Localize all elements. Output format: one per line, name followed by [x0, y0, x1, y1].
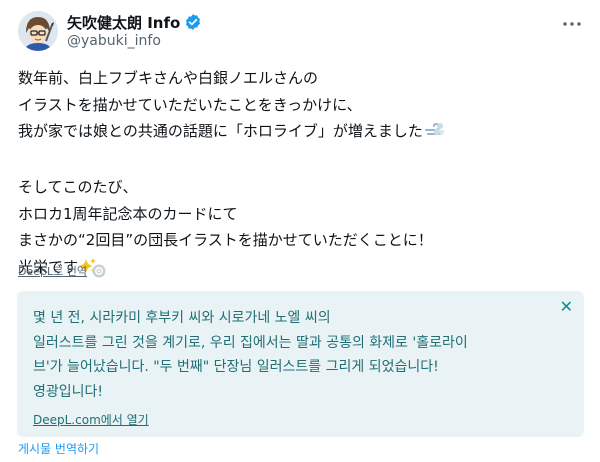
tweet-line: 我が家では娘との共通の話題に「ホロライブ」が増えました [18, 118, 578, 148]
tweet-line: そしてこのたび、 [18, 178, 138, 196]
display-name[interactable]: 矢吹健太朗 Info [67, 12, 180, 33]
translation-line: 일러스트를 그린 것을 계기로, 우리 집에서는 딸과 공통의 화제로 '홀로라… [33, 334, 468, 351]
tweet-line: まさかの“2回目”の団長イラストを描かせていただくことに！ [18, 231, 433, 249]
close-icon[interactable]: ✕ [560, 297, 573, 316]
open-in-deepl-link[interactable]: DeepL.com에서 열기 [33, 411, 149, 428]
translation-line: 몇 년 전, 시라카미 후부키 씨와 시로가네 노엘 씨의 [33, 310, 331, 326]
verified-badge-icon [184, 13, 202, 31]
more-horizontal-icon [563, 22, 581, 26]
translation-line: 브'가 늘어났습니다. "두 번째" 단장님 일러스트를 그리게 되었습니다! [33, 359, 439, 375]
gear-icon[interactable] [92, 264, 106, 278]
dash-emoji-icon [424, 121, 445, 148]
tweet: 矢吹健太朗 Info @yabuki_info 数年前、白上フブキさんや白銀ノエ… [0, 0, 600, 462]
translation-text: 몇 년 전, 시라카미 후부키 씨와 시로가네 노엘 씨의 일러스트를 그린 것… [33, 306, 553, 404]
author-name-row[interactable]: 矢吹健太朗 Info [67, 12, 202, 32]
avatar-illustration [18, 11, 58, 51]
author-handle[interactable]: @yabuki_info [67, 33, 161, 49]
more-options-button[interactable] [560, 14, 584, 34]
tweet-text: 数年前、白上フブキさんや白銀ノエルさんの イラストを描かせていただいたことをきっ… [18, 65, 578, 283]
tweet-line: ホロカ1周年記念本のカードにて [18, 204, 238, 223]
translate-post-link[interactable]: 게시물 번역하기 [18, 440, 99, 457]
deepl-translate-link[interactable]: DeepL로 번역 [18, 263, 87, 279]
deepl-translate-row: DeepL로 번역 [18, 263, 106, 279]
tweet-line: イラストを描かせていただいたことをきっかけに、 [18, 95, 362, 114]
avatar[interactable] [18, 11, 58, 51]
translation-panel: ✕ 몇 년 전, 시라카미 후부키 씨와 시로가네 노엘 씨의 일러스트를 그린… [17, 291, 584, 437]
translation-line: 영광입니다! [33, 383, 104, 400]
tweet-line: 数年前、白上フブキさんや白銀ノエルさんの [18, 69, 319, 87]
